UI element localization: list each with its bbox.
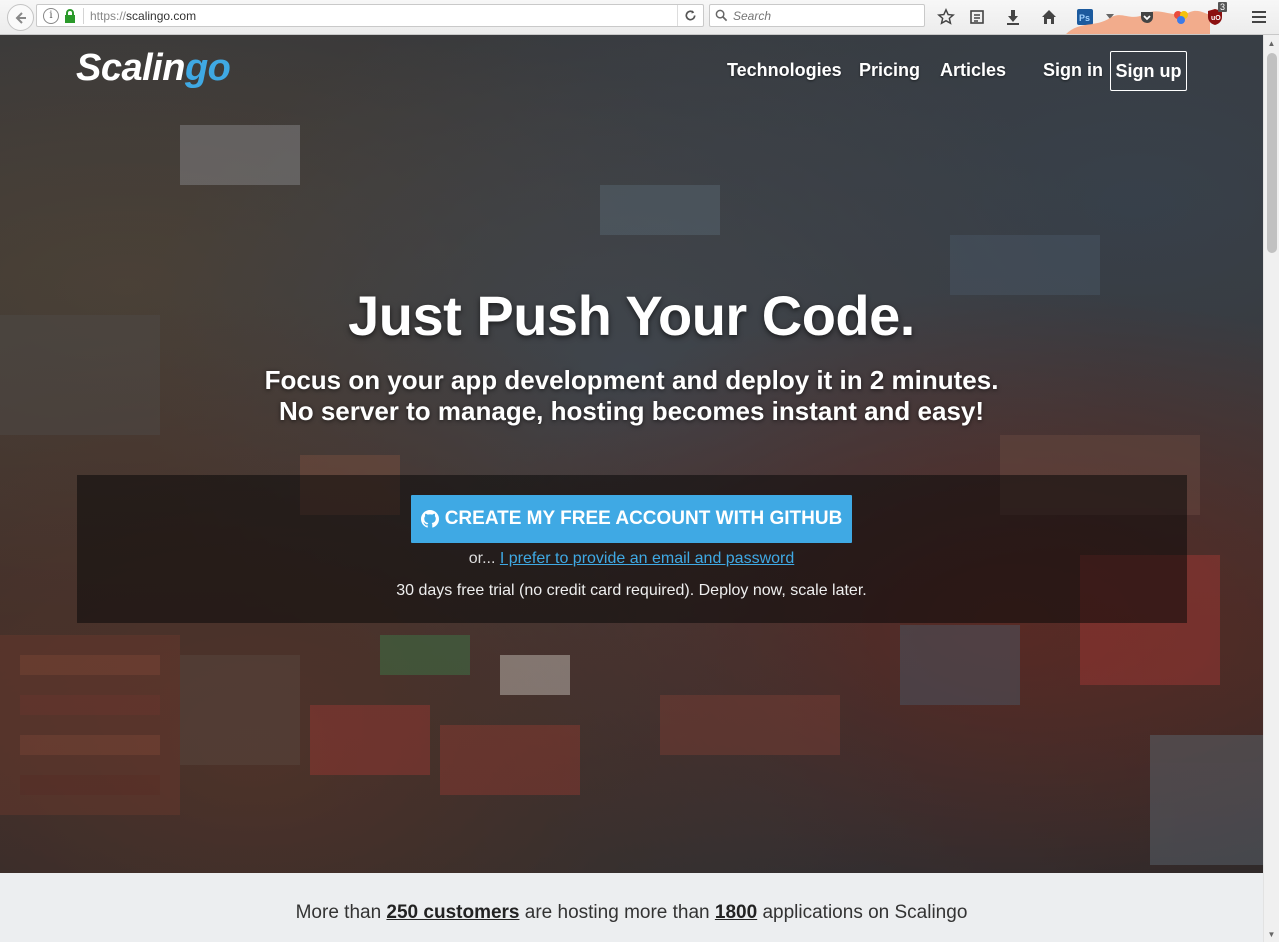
back-button[interactable] — [7, 4, 34, 31]
page-viewport: Scalingo Technologies Pricing Articles S… — [0, 35, 1263, 942]
github-signup-button[interactable]: CREATE MY FREE ACCOUNT WITH GITHUB — [411, 495, 852, 543]
email-signup-link[interactable]: I prefer to provide an email and passwor… — [500, 550, 794, 567]
hero-headline: Just Push Your Code. — [348, 284, 915, 347]
alt-prefix: or... — [468, 550, 496, 567]
nav-articles[interactable]: Articles — [940, 60, 1006, 81]
tagline-line-2: No server to manage, hosting becomes ins… — [278, 396, 985, 426]
lock-icon — [64, 8, 76, 23]
url-scheme: https:// — [90, 8, 127, 23]
search-icon — [715, 9, 733, 22]
trial-info: 30 days free trial (no credit card requi… — [396, 582, 867, 599]
main-nav: Technologies Pricing Articles Sign in Si… — [0, 51, 1263, 91]
scroll-thumb[interactable] — [1267, 53, 1277, 253]
stats-text: More than 250 customers are hosting more… — [0, 902, 1263, 924]
github-button-label: CREATE MY FREE ACCOUNT WITH GITHUB — [444, 508, 843, 529]
reload-icon — [685, 10, 696, 21]
menu-icon[interactable] — [1248, 6, 1270, 28]
url-text[interactable]: https://scalingo.com — [90, 9, 677, 23]
pocket-icon[interactable] — [1136, 6, 1158, 28]
vertical-scrollbar[interactable]: ▲ ▼ — [1263, 35, 1279, 942]
container-yard-background — [0, 125, 1263, 865]
hero-tagline: Focus on your app development and deploy… — [0, 365, 1263, 427]
github-icon — [420, 510, 439, 528]
photoshop-extension-icon[interactable]: Ps — [1074, 6, 1096, 28]
browser-toolbar: i https://scalingo.com Search Ps uO 3 — [0, 0, 1279, 35]
alt-signup-line: or... I prefer to provide an email and p… — [0, 550, 1263, 568]
stats-suffix: applications on Scalingo — [762, 902, 968, 923]
reload-button[interactable] — [677, 5, 703, 26]
scroll-down-arrow-icon[interactable]: ▼ — [1264, 926, 1279, 942]
dropdown-arrow-icon[interactable] — [1101, 6, 1119, 28]
search-box[interactable] — [709, 4, 925, 27]
scroll-up-arrow-icon[interactable]: ▲ — [1264, 35, 1279, 51]
stats-band: More than 250 customers are hosting more… — [0, 873, 1263, 942]
stats-middle: are hosting more than — [524, 902, 710, 923]
home-icon[interactable] — [1038, 6, 1060, 28]
url-host: scalingo.com — [126, 8, 197, 23]
customers-link[interactable]: 250 customers — [386, 902, 519, 923]
hero-section: Scalingo Technologies Pricing Articles S… — [0, 35, 1263, 873]
svg-text:uO: uO — [1211, 15, 1221, 22]
reading-list-icon[interactable] — [966, 6, 988, 28]
search-input[interactable] — [733, 8, 903, 23]
site-info-icon[interactable]: i — [43, 7, 59, 24]
address-bar[interactable]: i https://scalingo.com — [36, 4, 704, 27]
nav-sign-in[interactable]: Sign in — [1043, 60, 1103, 81]
nav-technologies[interactable]: Technologies — [727, 60, 842, 81]
sign-up-button[interactable]: Sign up — [1110, 51, 1187, 91]
tagline-line-1: Focus on your app development and deploy… — [264, 365, 999, 395]
downloads-icon[interactable] — [1002, 6, 1024, 28]
url-separator — [83, 7, 84, 24]
bookmark-star-icon[interactable] — [935, 6, 957, 28]
ublock-icon[interactable]: uO 3 — [1205, 2, 1228, 28]
nav-pricing[interactable]: Pricing — [859, 60, 920, 81]
ublock-badge: 3 — [1218, 2, 1228, 12]
back-arrow-icon — [15, 11, 26, 24]
stats-prefix: More than — [295, 902, 382, 923]
colorful-extension-icon[interactable] — [1170, 6, 1192, 28]
apps-link[interactable]: 1800 — [715, 902, 757, 923]
svg-text:Ps: Ps — [1079, 13, 1090, 23]
